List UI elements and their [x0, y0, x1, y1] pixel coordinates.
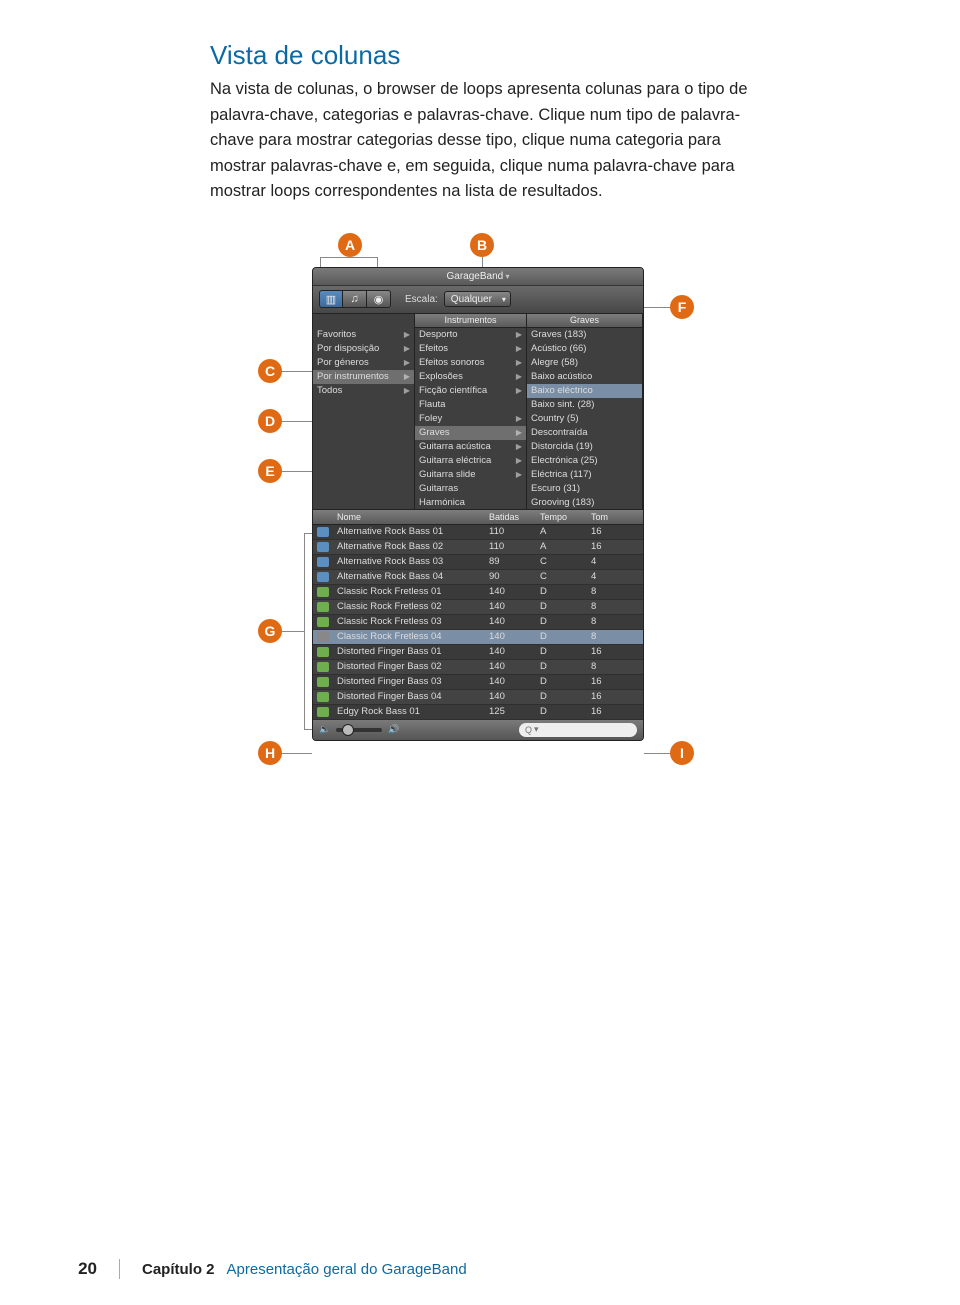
scale-label: Escala:: [405, 294, 438, 305]
loop-type-icon: [317, 662, 329, 672]
callout-i: I: [670, 741, 694, 765]
list-item[interactable]: Por géneros▶: [313, 356, 414, 370]
browser-bottom-bar: 🔈 🔊 Q▾: [313, 720, 643, 740]
list-item[interactable]: Harmónica: [415, 496, 526, 509]
list-item[interactable]: Guitarras: [415, 482, 526, 496]
list-item[interactable]: Efeitos sonoros▶: [415, 356, 526, 370]
col-name-header[interactable]: Nome: [333, 510, 485, 524]
table-row[interactable]: Classic Rock Fretless 02140D8: [313, 600, 643, 615]
list-item[interactable]: Graves (183): [527, 328, 642, 342]
callout-g: G: [258, 619, 282, 643]
callout-d: D: [258, 409, 282, 433]
table-row[interactable]: Classic Rock Fretless 03140D8: [313, 615, 643, 630]
figure: A B F C D E G H I GarageBand ▥ ♫: [210, 233, 750, 843]
list-item[interactable]: Alegre (58): [527, 356, 642, 370]
scale-selector[interactable]: Qualquer: [444, 291, 511, 307]
list-item[interactable]: Guitarra slide▶: [415, 468, 526, 482]
loop-type-icon: [317, 557, 329, 567]
loop-browser: GarageBand ▥ ♫ ◉ Escala: Qualquer Favori…: [312, 267, 644, 741]
callout-h: H: [258, 741, 282, 765]
table-row[interactable]: Classic Rock Fretless 04140D8: [313, 630, 643, 645]
list-item[interactable]: Country (5): [527, 412, 642, 426]
browser-toolbar: ▥ ♫ ◉ Escala: Qualquer: [313, 286, 643, 314]
callout-b: B: [470, 233, 494, 257]
category-column: Instrumentos Desporto▶Efeitos▶Efeitos so…: [415, 314, 527, 509]
callout-a: A: [338, 233, 362, 257]
list-item[interactable]: Foley▶: [415, 412, 526, 426]
list-item[interactable]: Escuro (31): [527, 482, 642, 496]
list-item[interactable]: Efeitos▶: [415, 342, 526, 356]
table-row[interactable]: Distorted Finger Bass 01140D16: [313, 645, 643, 660]
loop-type-icon: [317, 587, 329, 597]
list-item[interactable]: Distorcida (19): [527, 440, 642, 454]
list-item[interactable]: Ficção científica▶: [415, 384, 526, 398]
list-item[interactable]: Flauta: [415, 398, 526, 412]
list-item[interactable]: Baixo acústico: [527, 370, 642, 384]
list-item[interactable]: Desporto▶: [415, 328, 526, 342]
keyword-type-column: Favoritos▶Por disposição▶Por géneros▶Por…: [313, 314, 415, 509]
table-row[interactable]: Alternative Rock Bass 02110A16: [313, 540, 643, 555]
loop-type-icon: [317, 602, 329, 612]
podcast-view-button[interactable]: ◉: [367, 290, 391, 308]
callout-c: C: [258, 359, 282, 383]
chapter-label: Capítulo 2: [120, 1261, 215, 1278]
list-item[interactable]: Por disposição▶: [313, 342, 414, 356]
table-row[interactable]: Alternative Rock Bass 01110A16: [313, 525, 643, 540]
results-list: Nome Batidas Tempo Tom Alternative Rock …: [313, 510, 643, 720]
loop-type-icon: [317, 692, 329, 702]
table-row[interactable]: Alternative Rock Bass 0490C4: [313, 570, 643, 585]
loop-type-icon: [317, 542, 329, 552]
loop-type-icon: [317, 572, 329, 582]
section-heading: Vista de colunas: [210, 40, 750, 71]
list-item[interactable]: Descontraída: [527, 426, 642, 440]
loop-type-icon: [317, 677, 329, 687]
column-view-button[interactable]: ▥: [319, 290, 343, 308]
list-item[interactable]: Acústico (66): [527, 342, 642, 356]
list-item[interactable]: Grooving (183): [527, 496, 642, 509]
col-key-header[interactable]: Tom: [587, 510, 643, 524]
chapter-title: Apresentação geral do GarageBand: [215, 1261, 467, 1278]
loop-type-icon: [317, 707, 329, 717]
speaker-high-icon: 🔊: [388, 724, 399, 735]
list-item[interactable]: Guitarra eléctrica▶: [415, 454, 526, 468]
list-item[interactable]: Por instrumentos▶: [313, 370, 414, 384]
search-input[interactable]: Q▾: [519, 723, 637, 737]
button-view-button[interactable]: ♫: [343, 290, 367, 308]
callout-f: F: [670, 295, 694, 319]
list-item[interactable]: Eléctrica (117): [527, 468, 642, 482]
list-item[interactable]: Guitarra acústica▶: [415, 440, 526, 454]
page-footer: 20 Capítulo 2 Apresentação geral do Gara…: [0, 1259, 960, 1279]
list-item[interactable]: Todos▶: [313, 384, 414, 398]
table-row[interactable]: Alternative Rock Bass 0389C4: [313, 555, 643, 570]
table-row[interactable]: Classic Rock Fretless 01140D8: [313, 585, 643, 600]
list-item[interactable]: Graves▶: [415, 426, 526, 440]
loop-type-icon: [317, 632, 329, 642]
table-row[interactable]: Distorted Finger Bass 04140D16: [313, 690, 643, 705]
preview-volume-slider[interactable]: [336, 728, 382, 732]
keyword-column-header: Graves: [527, 314, 642, 328]
columns-area: Favoritos▶Por disposição▶Por géneros▶Por…: [313, 314, 643, 510]
table-row[interactable]: Distorted Finger Bass 03140D16: [313, 675, 643, 690]
callout-e: E: [258, 459, 282, 483]
browser-source-selector[interactable]: GarageBand: [313, 268, 643, 286]
loop-type-icon: [317, 527, 329, 537]
page-number: 20: [0, 1259, 120, 1279]
loop-type-icon: [317, 617, 329, 627]
table-row[interactable]: Edgy Rock Bass 01125D16: [313, 705, 643, 720]
speaker-low-icon: 🔈: [319, 724, 330, 735]
results-header: Nome Batidas Tempo Tom: [313, 510, 643, 525]
col-tempo-header[interactable]: Tempo: [536, 510, 587, 524]
category-column-header: Instrumentos: [415, 314, 526, 328]
keyword-column: Graves Graves (183)Acústico (66)Alegre (…: [527, 314, 643, 509]
loop-type-icon: [317, 647, 329, 657]
section-body: Na vista de colunas, o browser de loops …: [210, 77, 750, 205]
table-row[interactable]: Distorted Finger Bass 02140D8: [313, 660, 643, 675]
view-mode-buttons: ▥ ♫ ◉: [319, 290, 391, 308]
list-item[interactable]: Baixo eléctrico: [527, 384, 642, 398]
list-item[interactable]: Explosões▶: [415, 370, 526, 384]
list-item[interactable]: Electrónica (25): [527, 454, 642, 468]
list-item[interactable]: Baixo sint. (28): [527, 398, 642, 412]
col-beats-header[interactable]: Batidas: [485, 510, 536, 524]
list-item[interactable]: Favoritos▶: [313, 328, 414, 342]
